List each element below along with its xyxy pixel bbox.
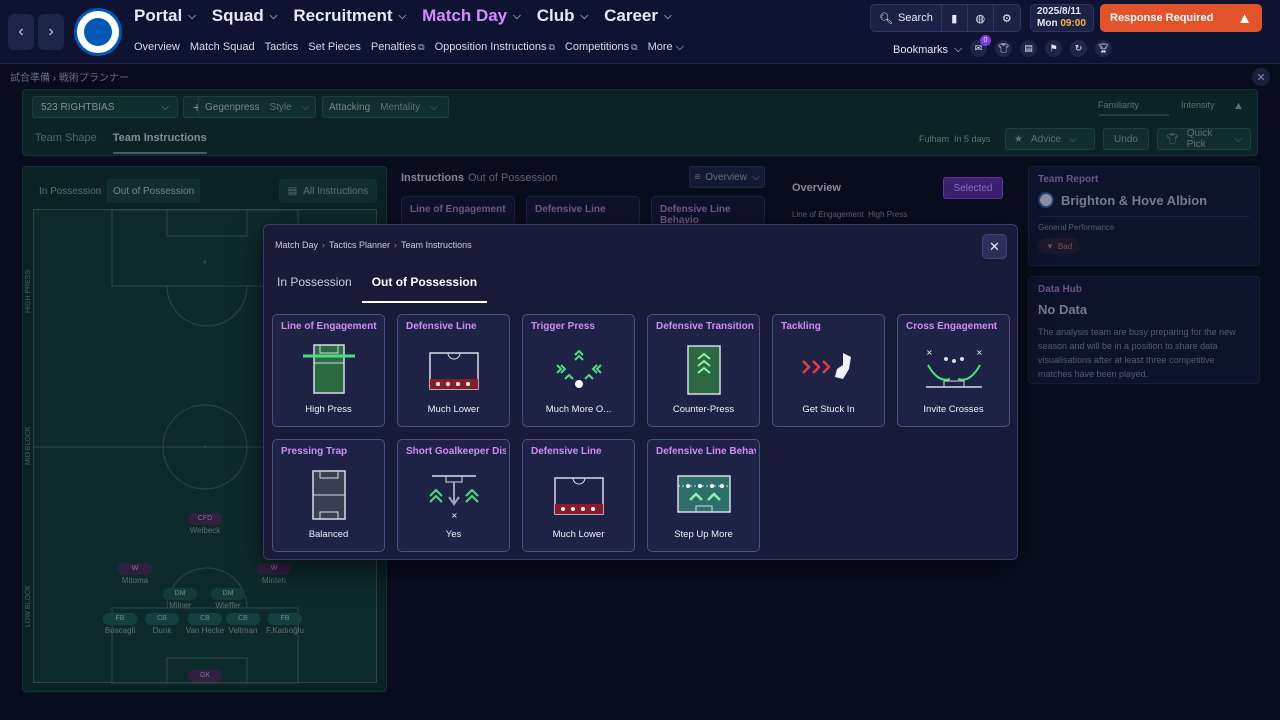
report-shortcut[interactable]: ▤ bbox=[1020, 40, 1037, 57]
refresh-shortcut[interactable]: ↻ bbox=[1070, 40, 1087, 57]
subnav-set-pieces[interactable]: Set Pieces bbox=[308, 41, 361, 54]
search-button[interactable]: 🔍︎ Search bbox=[871, 5, 942, 31]
card-defensive-line[interactable]: Defensive Line Much Lower bbox=[397, 314, 510, 427]
counter-press-icon bbox=[687, 345, 721, 395]
top-bar: ‹ › Portal ⌵ Squad ⌵ Recruitment ⌵ Match Da… bbox=[0, 0, 1280, 64]
trophy-shortcut[interactable]: 🏆︎ bbox=[1095, 40, 1112, 57]
chevron-down-icon: ⌵ bbox=[513, 10, 521, 22]
subnav-more[interactable]: More ⌵ bbox=[648, 41, 684, 54]
trigger-press-icon bbox=[556, 349, 602, 388]
chevron-down-icon: ⌵ bbox=[188, 10, 196, 22]
bookmark-icon: ▮ bbox=[951, 12, 958, 25]
chevron-down-icon: ⌵ bbox=[580, 10, 589, 22]
close-modal-button[interactable]: ✕ bbox=[982, 234, 1007, 259]
training-icon: ⚑ bbox=[1049, 43, 1058, 53]
tab-in-possession[interactable]: In Possession bbox=[277, 273, 352, 303]
bookmark-shortcuts: ✉ 0 👕︎ ▤ ⚑ ↻ 🏆︎ bbox=[970, 35, 1112, 57]
tackling-boot-icon bbox=[802, 353, 851, 379]
nav-career[interactable]: Career ⌵ bbox=[604, 6, 671, 26]
club-crest[interactable] bbox=[74, 8, 122, 56]
nav-match-day[interactable]: Match Day ⌵ bbox=[422, 6, 521, 26]
svg-text:×: × bbox=[926, 348, 933, 357]
card-defensive-transition[interactable]: Defensive Transition Counter-Press bbox=[647, 314, 760, 427]
search-toolbar: 🔍︎ Search ▮ ◍ ⚙ bbox=[870, 4, 1021, 32]
step-up-icon bbox=[677, 475, 731, 513]
chevron-down-icon: ⌵ bbox=[954, 43, 963, 55]
refresh-icon: ↻ bbox=[1074, 43, 1083, 53]
instruction-cards-grid: Line of Engagement High Press Defensive … bbox=[272, 314, 1010, 552]
goalkeeper-distribution-icon: × bbox=[429, 475, 479, 520]
cross-engagement-icon: × × bbox=[926, 348, 983, 388]
subnav-match-squad[interactable]: Match Squad bbox=[190, 41, 255, 54]
external-link-icon: ⧉ bbox=[631, 42, 638, 52]
modal-tabs: In Possession Out of Possession bbox=[277, 273, 507, 303]
chevron-down-icon: ⌵ bbox=[398, 10, 407, 22]
nav-recruitment[interactable]: Recruitment ⌵ bbox=[293, 6, 406, 26]
settings-button[interactable]: ⚙ bbox=[994, 5, 1020, 31]
subnav-penalties[interactable]: Penalties ⧉ bbox=[371, 41, 425, 54]
team-instructions-modal: Match Day › Tactics Planner › Team Instr… bbox=[263, 224, 1018, 560]
card-short-goalkeeper-distribution[interactable]: Short Goalkeeper Distr × Yes bbox=[397, 439, 510, 552]
back-button[interactable]: ‹ bbox=[8, 14, 34, 50]
response-required-button[interactable]: Response Required ▲ bbox=[1100, 4, 1262, 32]
card-defensive-line-behaviour[interactable]: Defensive Line Behavio Step Up More bbox=[647, 439, 760, 552]
search-icon: 🔍︎ bbox=[879, 12, 893, 25]
chevron-down-icon: ⌵ bbox=[269, 10, 278, 22]
subnav-opposition-instructions[interactable]: Opposition Instructions ⧉ bbox=[435, 41, 555, 54]
crest-emblem-icon bbox=[84, 18, 112, 46]
nav-squad[interactable]: Squad ⌵ bbox=[212, 6, 278, 26]
globe-icon: ◍ bbox=[975, 12, 986, 25]
nav-portal[interactable]: Portal ⌵ bbox=[134, 6, 196, 26]
chevron-right-icon: › bbox=[394, 240, 398, 250]
tab-out-of-possession[interactable]: Out of Possession bbox=[361, 273, 488, 303]
sub-nav: Overview Match Squad Tactics Set Pieces … bbox=[134, 41, 684, 54]
chevron-right-icon: › bbox=[48, 23, 54, 40]
svg-text:×: × bbox=[976, 348, 983, 357]
chevron-left-icon: ‹ bbox=[18, 23, 24, 40]
document-icon: ▤ bbox=[1024, 43, 1033, 53]
warning-icon: ▲ bbox=[1237, 9, 1252, 27]
kit-shortcut[interactable]: 👕︎ bbox=[995, 40, 1012, 57]
world-button[interactable]: ◍ bbox=[968, 5, 994, 31]
chevron-down-icon: ⌵ bbox=[672, 41, 685, 53]
subnav-tactics[interactable]: Tactics bbox=[265, 41, 299, 54]
nav-club[interactable]: Club ⌵ bbox=[537, 6, 588, 26]
card-tackling[interactable]: Tackling Get Stuck In bbox=[772, 314, 885, 427]
crumb-tactics-planner[interactable]: Tactics Planner bbox=[329, 240, 390, 250]
card-pressing-trap[interactable]: Pressing Trap Balanced bbox=[272, 439, 385, 552]
card-line-of-engagement[interactable]: Line of Engagement High Press bbox=[272, 314, 385, 427]
modal-breadcrumb: Match Day › Tactics Planner › Team Instr… bbox=[275, 240, 472, 250]
inbox-shortcut[interactable]: ✉ 0 bbox=[970, 35, 991, 57]
crumb-team-instructions: Team Instructions bbox=[401, 240, 472, 250]
card-cross-engagement[interactable]: Cross Engagement × × Invite Crosses bbox=[897, 314, 1010, 427]
notification-badge: 0 bbox=[980, 35, 991, 46]
subnav-overview[interactable]: Overview bbox=[134, 41, 180, 54]
gear-icon: ⚙ bbox=[1001, 12, 1012, 25]
bookmarks-dropdown[interactable]: Bookmarks ⌵ bbox=[893, 43, 962, 56]
forward-button[interactable]: › bbox=[38, 14, 64, 50]
chevron-down-icon: ⌵ bbox=[663, 10, 672, 22]
training-shortcut[interactable]: ⚑ bbox=[1045, 40, 1062, 57]
card-defensive-line-2[interactable]: Defensive Line Much Lower bbox=[522, 439, 635, 552]
external-link-icon: ⧉ bbox=[418, 42, 425, 52]
crumb-match-day[interactable]: Match Day bbox=[275, 240, 318, 250]
trophy-icon: 🏆︎ bbox=[1097, 43, 1110, 53]
date-time-display[interactable]: 2025/8/11 Mon 09:00 bbox=[1030, 4, 1094, 32]
bookmark-button[interactable]: ▮ bbox=[942, 5, 968, 31]
pitch-high-press-icon bbox=[303, 344, 355, 394]
subnav-competitions[interactable]: Competitions ⧉ bbox=[565, 41, 638, 54]
defensive-line-icon bbox=[554, 477, 604, 515]
card-trigger-press[interactable]: Trigger Press Much More O... bbox=[522, 314, 635, 427]
pressing-trap-icon bbox=[312, 470, 346, 520]
close-icon: ✕ bbox=[989, 238, 1000, 254]
main-nav: Portal ⌵ Squad ⌵ Recruitment ⌵ Match Day ⌵ C… bbox=[134, 6, 672, 26]
shirt-icon: 👕︎ bbox=[997, 43, 1010, 53]
chevron-right-icon: › bbox=[322, 240, 326, 250]
svg-text:×: × bbox=[451, 511, 458, 520]
external-link-icon: ⧉ bbox=[548, 42, 555, 52]
defensive-line-icon bbox=[429, 352, 479, 390]
